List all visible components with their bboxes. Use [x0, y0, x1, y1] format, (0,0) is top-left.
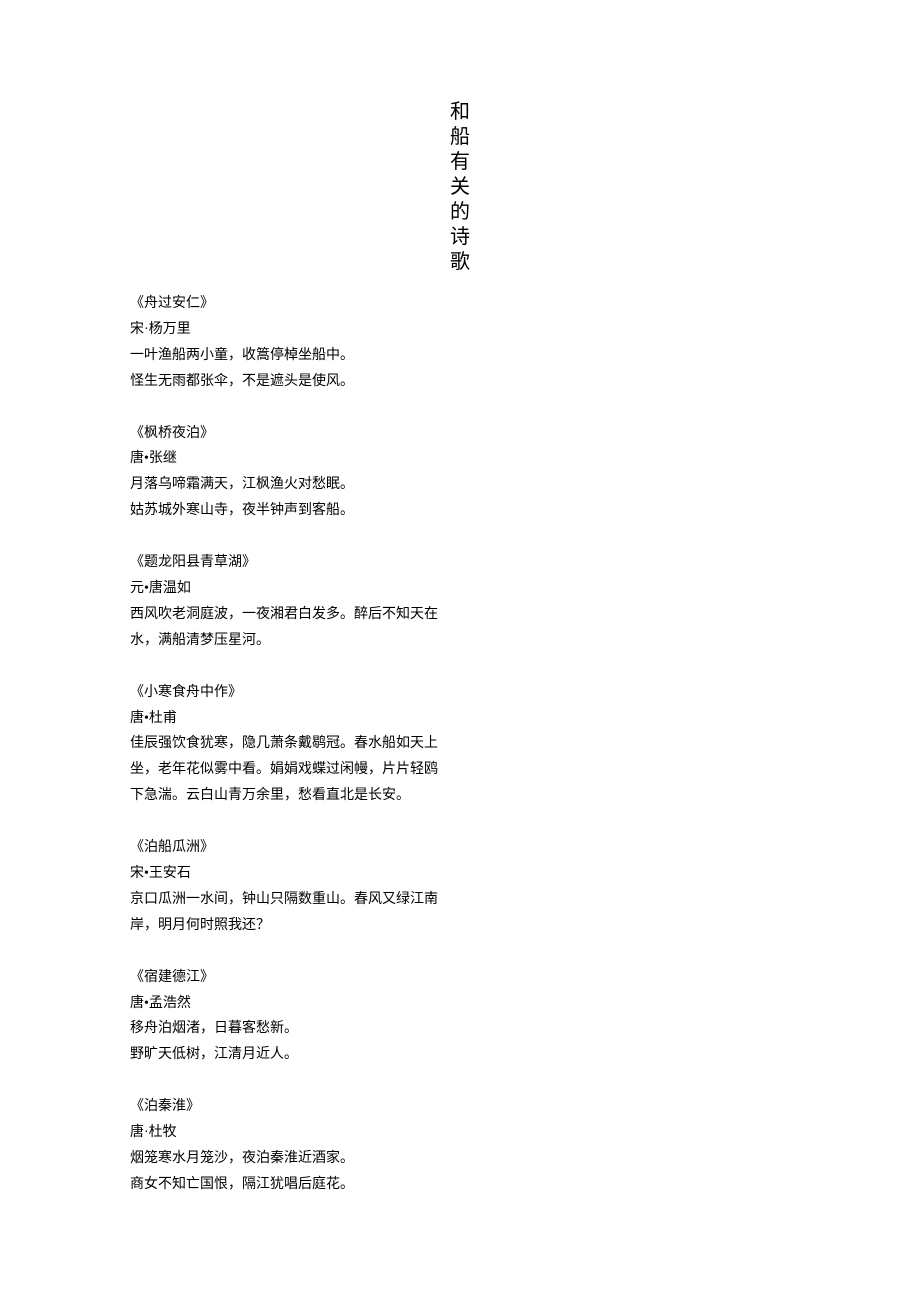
poem-3: 《小寒食舟中作》 唐•杜甫 佳辰强饮食犹寒，隐几萧条戴鹖冠。春水船如天上坐，老年…: [130, 680, 440, 809]
poem-body: 移舟泊烟渚，日暮客愁新。野旷天低树，江清月近人。: [130, 1016, 440, 1068]
poem-1: 《枫桥夜泊》 唐•张继 月落乌啼霜满天，江枫渔火对愁眠。姑苏城外寒山寺，夜半钟声…: [130, 421, 440, 525]
title-char-6: 歌: [0, 250, 920, 275]
poem-body: 京口瓜洲一水间，钟山只隔数重山。春风又绿江南岸，明月何时照我还？: [130, 887, 440, 939]
poem-title: 《泊船瓜洲》: [130, 835, 440, 861]
title-char-1: 船: [0, 125, 920, 150]
poem-author: 唐•杜甫: [130, 706, 440, 732]
poem-body: 烟笼寒水月笼沙，夜泊秦淮近酒家。商女不知亡国恨，隔江犹唱后庭花。: [130, 1146, 440, 1198]
poem-body: 一叶渔船两小童，收篙停棹坐船中。怪生无雨都张伞，不是遮头是使风。: [130, 343, 440, 395]
poem-title: 《枫桥夜泊》: [130, 421, 440, 447]
poem-author: 唐•孟浩然: [130, 991, 440, 1017]
poem-0: 《舟过安仁》 宋·杨万里 一叶渔船两小童，收篙停棹坐船中。怪生无雨都张伞，不是遮…: [130, 291, 440, 395]
poem-author: 唐•张继: [130, 446, 440, 472]
poem-title: 《泊秦淮》: [130, 1094, 440, 1120]
poem-author: 宋•王安石: [130, 861, 440, 887]
title-char-4: 的: [0, 200, 920, 225]
page-title: 和 船 有 关 的 诗 歌: [0, 100, 920, 275]
title-char-2: 有: [0, 150, 920, 175]
poem-author: 宋·杨万里: [130, 317, 440, 343]
title-char-0: 和: [0, 100, 920, 125]
poem-6: 《泊秦淮》 唐·杜牧 烟笼寒水月笼沙，夜泊秦淮近酒家。商女不知亡国恨，隔江犹唱后…: [130, 1094, 440, 1198]
poem-author: 唐·杜牧: [130, 1120, 440, 1146]
title-char-3: 关: [0, 175, 920, 200]
poem-author: 元•唐温如: [130, 576, 440, 602]
poem-5: 《宿建德江》 唐•孟浩然 移舟泊烟渚，日暮客愁新。野旷天低树，江清月近人。: [130, 965, 440, 1069]
title-char-5: 诗: [0, 225, 920, 250]
poem-title: 《小寒食舟中作》: [130, 680, 440, 706]
poem-title: 《宿建德江》: [130, 965, 440, 991]
poem-body: 佳辰强饮食犹寒，隐几萧条戴鹖冠。春水船如天上坐，老年花似雾中看。娟娟戏蝶过闲幔，…: [130, 731, 440, 809]
poem-title: 《舟过安仁》: [130, 291, 440, 317]
poem-body: 月落乌啼霜满天，江枫渔火对愁眠。姑苏城外寒山寺，夜半钟声到客船。: [130, 472, 440, 524]
poem-2: 《题龙阳县青草湖》 元•唐温如 西风吹老洞庭波，一夜湘君白发多。醉后不知天在水，…: [130, 550, 440, 654]
poem-4: 《泊船瓜洲》 宋•王安石 京口瓜洲一水间，钟山只隔数重山。春风又绿江南岸，明月何…: [130, 835, 440, 939]
poem-title: 《题龙阳县青草湖》: [130, 550, 440, 576]
poem-body: 西风吹老洞庭波，一夜湘君白发多。醉后不知天在水，满船清梦压星河。: [130, 602, 440, 654]
